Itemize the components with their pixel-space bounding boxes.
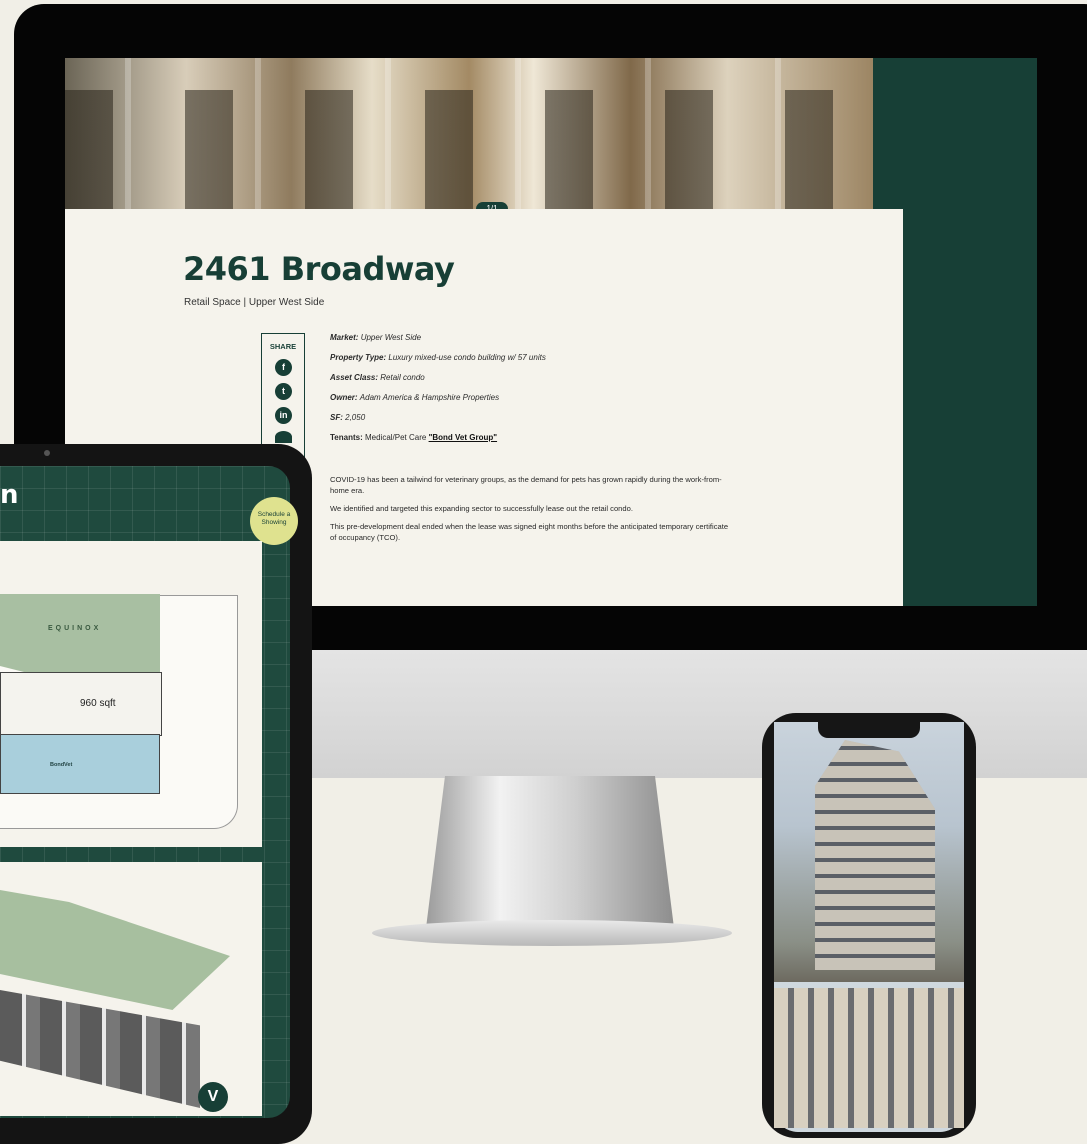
fact-property-type: Property Type: Luxury mixed-use condo bu… bbox=[330, 353, 546, 373]
equinox-label: EQUINOX bbox=[48, 625, 102, 632]
fact-label: Asset Class: bbox=[330, 373, 379, 382]
bondvet-label: BondVet bbox=[50, 762, 73, 768]
share-label: SHARE bbox=[269, 342, 297, 351]
description-paragraph: COVID-19 has been a tailwind for veterin… bbox=[330, 475, 722, 495]
instagram-icon[interactable] bbox=[275, 431, 292, 443]
description-paragraph: This pre-development deal ended when the… bbox=[330, 522, 729, 542]
fact-market: Market: Upper West Side bbox=[330, 333, 546, 353]
fact-value: Luxury mixed-use condo building w/ 57 un… bbox=[388, 353, 546, 362]
fact-value: Adam America & Hampshire Properties bbox=[359, 393, 500, 402]
page-subtitle: Retail Space | Upper West Side bbox=[184, 297, 325, 308]
fact-label: Tenants: bbox=[330, 433, 363, 442]
v-logo: V bbox=[198, 1082, 228, 1112]
schedule-showing-button[interactable]: Schedule a Showing bbox=[250, 497, 298, 545]
hero-image-windows bbox=[65, 90, 873, 209]
description-paragraph: We identified and targeted this expandin… bbox=[330, 504, 633, 513]
tablet-title-fragment: n bbox=[0, 480, 19, 510]
description: COVID-19 has been a tailwind for veterin… bbox=[330, 474, 730, 550]
sqft-label: 960 sqft bbox=[80, 698, 116, 709]
fact-value: 2,050 bbox=[345, 413, 366, 422]
linkedin-icon[interactable]: in bbox=[275, 407, 292, 424]
fact-tenants: Tenants: Medical/Pet Care "Bond Vet Grou… bbox=[330, 433, 546, 453]
fact-value: Upper West Side bbox=[360, 333, 422, 342]
fact-label: SF: bbox=[330, 413, 343, 422]
twitter-icon[interactable]: t bbox=[275, 383, 292, 400]
tenant-link[interactable]: "Bond Vet Group" bbox=[429, 433, 497, 442]
bondvet-space bbox=[0, 734, 160, 794]
facade-photo bbox=[774, 988, 964, 1128]
monitor-base bbox=[372, 920, 732, 946]
fact-asset-class: Asset Class: Retail condo bbox=[330, 373, 546, 393]
phone-notch bbox=[818, 722, 920, 738]
monitor-stand bbox=[425, 776, 675, 936]
tablet-camera bbox=[44, 450, 50, 456]
fact-label: Market: bbox=[330, 333, 359, 342]
page-title: 2461 Broadway bbox=[183, 250, 455, 288]
fact-label: Property Type: bbox=[330, 353, 387, 362]
facebook-icon[interactable]: f bbox=[275, 359, 292, 376]
equinox-space bbox=[0, 594, 160, 674]
property-facts: Market: Upper West Side Property Type: L… bbox=[330, 333, 546, 453]
fact-value: Retail condo bbox=[380, 373, 425, 382]
fact-owner: Owner: Adam America & Hampshire Properti… bbox=[330, 393, 546, 413]
fact-sf: SF: 2,050 bbox=[330, 413, 546, 433]
fact-label: Owner: bbox=[330, 393, 358, 402]
fact-value: Medical/Pet Care bbox=[364, 433, 427, 442]
